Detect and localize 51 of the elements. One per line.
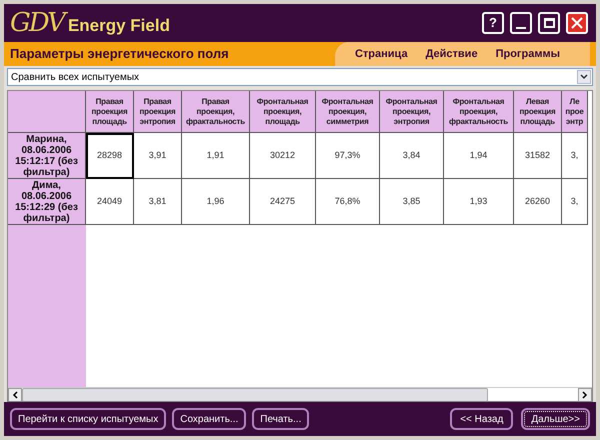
nav-button[interactable]: << Назад bbox=[450, 408, 514, 430]
table-cell[interactable]: 3, bbox=[562, 133, 588, 179]
table-cell[interactable]: 76,8% bbox=[316, 179, 380, 225]
table-cell[interactable]: 3,84 bbox=[380, 133, 444, 179]
minimize-icon bbox=[516, 27, 526, 29]
table-cell[interactable]: 3,91 bbox=[134, 133, 182, 179]
table-cell[interactable]: 3, bbox=[562, 179, 588, 225]
table-cell[interactable]: 24049 bbox=[86, 179, 134, 225]
column-header: Фронтальная проекция, фрактальность bbox=[444, 91, 514, 133]
table-cell[interactable]: 1,94 bbox=[444, 133, 514, 179]
scroll-left-icon[interactable] bbox=[8, 388, 22, 401]
menu-item[interactable]: Программы bbox=[496, 46, 560, 62]
close-icon bbox=[571, 17, 583, 29]
table-cell[interactable]: 26260 bbox=[514, 179, 562, 225]
row-header: Марина, 08.06.2006 15:12:17 (без фильтра) bbox=[8, 133, 86, 179]
column-header: Правая проекция, фрактальность bbox=[182, 91, 250, 133]
minimize-button[interactable] bbox=[510, 12, 532, 34]
compare-dropdown[interactable]: Сравнить всех испытуемых bbox=[7, 68, 593, 86]
scroll-right-icon[interactable] bbox=[578, 388, 592, 401]
column-header: Фронтальная проекция, симметрия bbox=[316, 91, 380, 133]
footer-button[interactable]: Сохранить... bbox=[172, 408, 246, 430]
table-cell[interactable]: 31582 bbox=[514, 133, 562, 179]
table-cell[interactable]: 3,81 bbox=[134, 179, 182, 225]
help-button[interactable]: ? bbox=[482, 12, 504, 34]
maximize-icon bbox=[544, 18, 554, 28]
table-cell[interactable]: 24275 bbox=[250, 179, 316, 225]
column-header: Ле прое энтр bbox=[562, 91, 588, 133]
nav-button[interactable]: Дальше>> bbox=[521, 408, 590, 430]
page-title: Параметры энергетического поля bbox=[10, 45, 229, 64]
maximize-button[interactable] bbox=[538, 12, 560, 34]
footer-button[interactable]: Перейти к списку испытуемых bbox=[10, 408, 166, 430]
table-cell[interactable]: 1,91 bbox=[182, 133, 250, 179]
table-cell[interactable]: 30212 bbox=[250, 133, 316, 179]
table-cell[interactable]: 3,85 bbox=[380, 179, 444, 225]
menu-item[interactable]: Страница bbox=[354, 46, 408, 62]
dropdown-caret-icon bbox=[577, 70, 591, 84]
column-header: Правая проекция энтропия bbox=[134, 91, 182, 133]
column-header: Правая проекция площадь bbox=[86, 91, 134, 133]
scrollbar-thumb[interactable] bbox=[22, 388, 488, 401]
table-cell[interactable]: 1,96 bbox=[182, 179, 250, 225]
footer-button[interactable]: Печать... bbox=[252, 408, 310, 430]
column-header: Фронтальная проекция, энтропия bbox=[380, 91, 444, 133]
column-header: Левая проекция площадь bbox=[514, 91, 562, 133]
close-button[interactable] bbox=[566, 12, 588, 34]
logo-text: Energy Field bbox=[68, 16, 170, 34]
table-cell[interactable]: 28298 bbox=[86, 133, 134, 179]
table-cell[interactable]: 1,93 bbox=[444, 179, 514, 225]
menu-item[interactable]: Действие bbox=[426, 46, 478, 62]
table-cell[interactable]: 97,3% bbox=[316, 133, 380, 179]
column-header: Фронтальная проекция, площадь bbox=[250, 91, 316, 133]
row-header: Дима, 08.06.2006 15:12:29 (без фильтра) bbox=[8, 179, 86, 225]
